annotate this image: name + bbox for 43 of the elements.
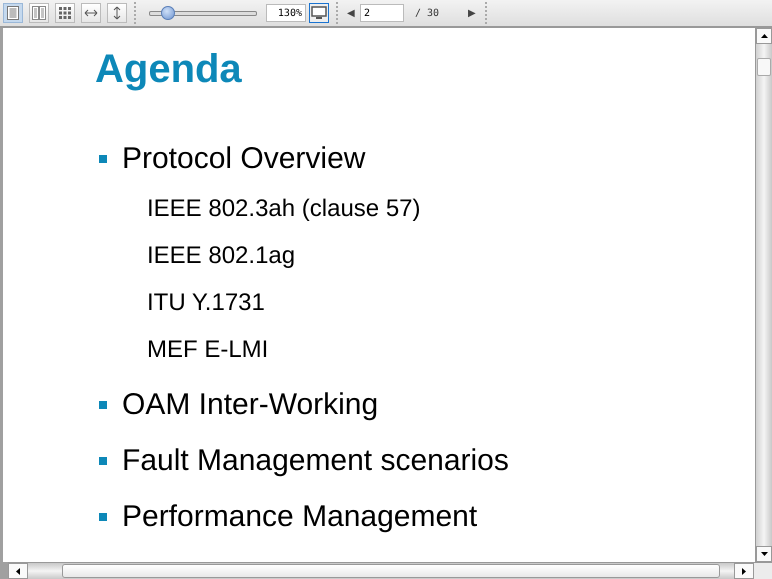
down-arrow-icon <box>760 552 768 556</box>
columns-icon <box>32 6 46 20</box>
previous-page-button[interactable]: ◀ <box>345 7 357 19</box>
bullet-icon <box>99 154 107 162</box>
sub-bullet-text: IEEE 802.1ag <box>147 242 296 269</box>
page-count: / 30 <box>414 8 440 18</box>
fit-width-button[interactable] <box>81 3 101 23</box>
scroll-up-button[interactable] <box>756 28 772 44</box>
bullet-text: OAM Inter-Working <box>122 387 378 423</box>
zoom-field[interactable]: 130% <box>266 4 306 22</box>
scroll-right-button[interactable] <box>734 563 754 579</box>
grid-icon <box>58 6 72 20</box>
scrollbar-corner <box>754 563 772 579</box>
slide-title: Agenda <box>95 46 243 93</box>
sub-bullet-text: MEF E-LMI <box>147 336 268 363</box>
scroll-thumb[interactable] <box>757 58 771 76</box>
grid-view-button[interactable] <box>55 3 75 23</box>
scroll-down-button[interactable] <box>756 546 772 562</box>
next-page-button[interactable]: ▶ <box>466 7 478 19</box>
fullscreen-button[interactable] <box>309 3 329 23</box>
two-page-button[interactable] <box>29 3 49 23</box>
bullet-icon <box>99 512 107 520</box>
bullet-text: Fault Management scenarios <box>122 443 509 479</box>
bullet-icon <box>99 400 107 408</box>
up-arrow-icon <box>760 34 768 38</box>
sub-bullet-text: IEEE 802.3ah (clause 57) <box>147 195 421 222</box>
scroll-left-button[interactable] <box>8 563 28 579</box>
bullet-text: Performance Management <box>122 499 478 535</box>
fit-height-button[interactable] <box>107 3 127 23</box>
sub-bullet-text: ITU Y.1731 <box>147 289 265 316</box>
slider-thumb[interactable] <box>161 6 176 20</box>
bullet-text: Protocol Overview <box>122 141 366 177</box>
lines-icon <box>6 6 20 20</box>
monitor-icon <box>311 6 327 20</box>
bullet-icon <box>99 456 107 464</box>
scroll-thumb[interactable] <box>62 564 720 578</box>
zoom-slider[interactable] <box>149 6 257 20</box>
right-arrow-icon <box>742 568 746 574</box>
left-arrow-icon <box>16 568 20 574</box>
vertical-scrollbar[interactable] <box>755 28 772 562</box>
single-page-button[interactable] <box>3 3 23 23</box>
horizontal-scrollbar[interactable] <box>8 562 772 579</box>
page-field[interactable]: 2 <box>360 4 404 22</box>
